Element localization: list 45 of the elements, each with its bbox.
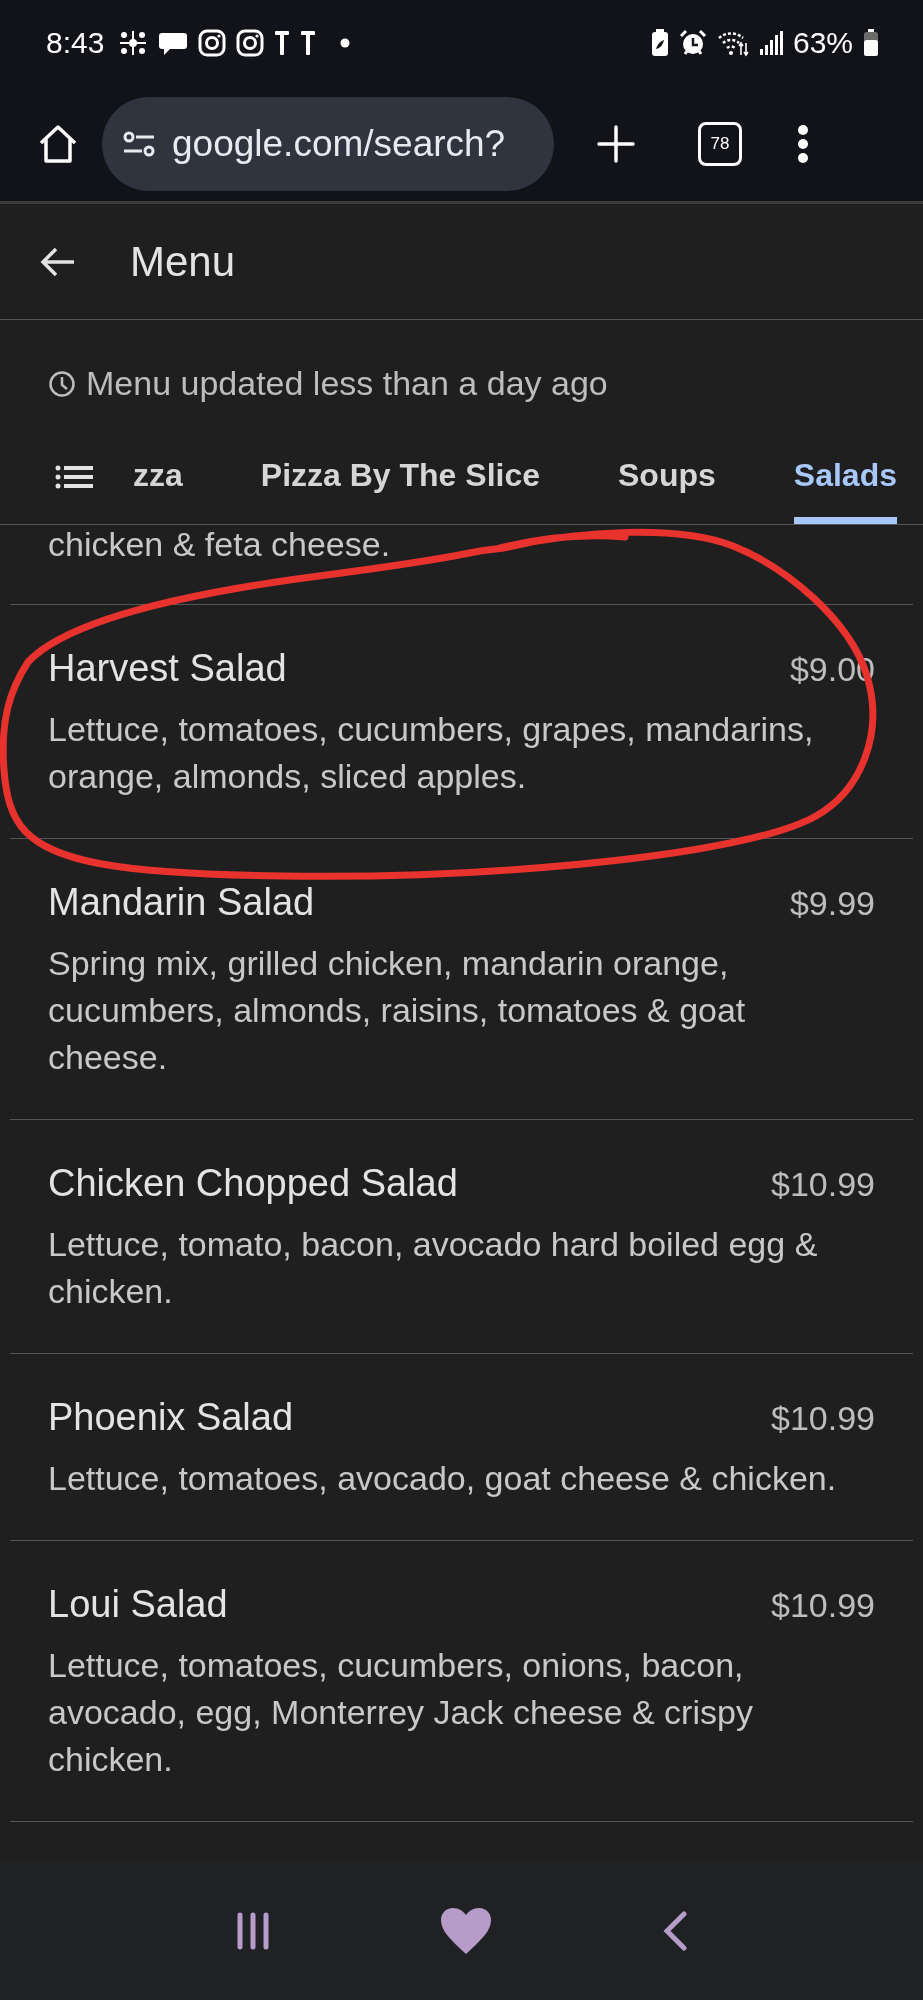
item-description: Spring mix, grilled chicken, mandarin orange, cucumbers, almonds, raisins, tomatoes & goat cheese.	[48, 943, 747, 1078]
back-arrow-icon[interactable]	[40, 246, 76, 277]
wifi-icon	[716, 29, 749, 57]
page-title: Menu	[130, 237, 236, 286]
battery-saver-icon	[650, 29, 669, 57]
battery-percentage: 63%	[792, 26, 853, 60]
item-name: Loui Salad	[48, 1583, 228, 1626]
more-options-icon[interactable]	[797, 123, 809, 164]
new-tab-icon[interactable]	[596, 123, 636, 164]
clock-icon	[48, 369, 76, 398]
updated-note: Menu updated less than a day ago	[86, 364, 608, 403]
app-notification-icon	[300, 30, 317, 56]
item-description: chicken & feta cheese.	[48, 525, 391, 564]
camera-app-icon	[198, 29, 227, 57]
item-name: Mandarin Salad	[48, 881, 315, 924]
item-description: Lettuce, tomatoes, cucumbers, onions, bacon, avocado, egg, Monterrey Jack cheese & crispy chicken.	[48, 1645, 754, 1780]
list-icon[interactable]	[55, 465, 93, 489]
more-notifications-icon	[340, 38, 351, 48]
category-tab[interactable]: Soups	[618, 453, 716, 524]
back-icon[interactable]	[662, 1911, 689, 1951]
item-price: $10.99	[771, 1165, 875, 1204]
item-name: Harvest Salad	[48, 647, 287, 690]
chat-bubble-icon	[158, 30, 189, 56]
network-icon	[118, 30, 149, 56]
item-description: Lettuce, tomatoes, cucumbers, grapes, mandarins, orange, almonds, sliced apples.	[48, 709, 815, 797]
signal-icon	[758, 30, 783, 56]
category-tab[interactable]: zza	[133, 453, 183, 524]
url-text: google.com/search?	[172, 122, 506, 165]
alarm-icon	[678, 29, 707, 57]
item-name: Chicken Chopped Salad	[48, 1162, 458, 1205]
camera-app-icon	[236, 29, 265, 57]
category-tab[interactable]: Salads	[793, 453, 897, 524]
item-description: Lettuce, tomato, bacon, avocado hard boiled egg & chicken.	[48, 1224, 819, 1312]
battery-icon	[863, 29, 879, 57]
item-price: $9.99	[789, 884, 875, 923]
item-price: $10.99	[771, 1399, 875, 1438]
status-time: 8:43	[46, 26, 105, 60]
app-notification-icon	[274, 30, 291, 56]
address-bar[interactable]: google.com/search?	[102, 96, 554, 191]
item-description: Lettuce, tomatoes, avocado, goat cheese & chicken.	[48, 1458, 838, 1499]
category-tab[interactable]: Pizza By The Slice	[260, 453, 540, 524]
heart-icon[interactable]	[440, 1907, 493, 1955]
item-name: Phoenix Salad	[48, 1396, 294, 1439]
tab-count-button[interactable]: 78	[698, 121, 742, 166]
item-price: $10.99	[771, 1586, 875, 1625]
